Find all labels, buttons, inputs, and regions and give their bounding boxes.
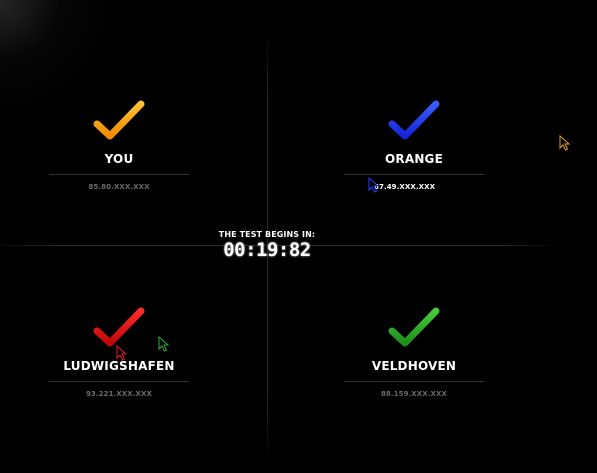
divider-line: [344, 174, 484, 175]
cursor-icon: [116, 345, 128, 361]
player-ip: 88.159.XXX.XXX: [380, 390, 448, 398]
countdown: THE TEST BEGINS IN: 00:19:82: [213, 230, 321, 261]
divider-line: [49, 174, 189, 175]
checkmark-icon: [388, 307, 440, 347]
cursor-icon: [158, 336, 170, 352]
countdown-label: THE TEST BEGINS IN:: [218, 230, 316, 239]
player-ip: 93.221.XXX.XXX: [85, 390, 153, 398]
checkmark-icon: [388, 100, 440, 140]
player-ip: 85.80.XXX.XXX: [88, 183, 150, 191]
cursor-icon: [559, 135, 571, 151]
player-panel-you: YOU 85.80.XXX.XXX: [49, 98, 189, 191]
player-name: LUDWIGSHAFEN: [63, 359, 175, 373]
divider-line: [49, 381, 189, 382]
player-name: VELDHOVEN: [371, 359, 457, 373]
player-name: YOU: [104, 152, 134, 166]
player-panel-veldhoven: VELDHOVEN 88.159.XXX.XXX: [344, 305, 484, 398]
player-ip: 67.49.XXX.XXX: [374, 183, 436, 191]
player-panel-orange: ORANGE 67.49.XXX.XXX: [344, 98, 484, 191]
cursor-icon: [368, 177, 380, 193]
player-name: ORANGE: [384, 152, 444, 166]
checkmark-icon: [93, 100, 145, 140]
countdown-timer: 00:19:82: [223, 239, 311, 261]
checkmark-icon: [93, 307, 145, 347]
divider-line: [344, 381, 484, 382]
